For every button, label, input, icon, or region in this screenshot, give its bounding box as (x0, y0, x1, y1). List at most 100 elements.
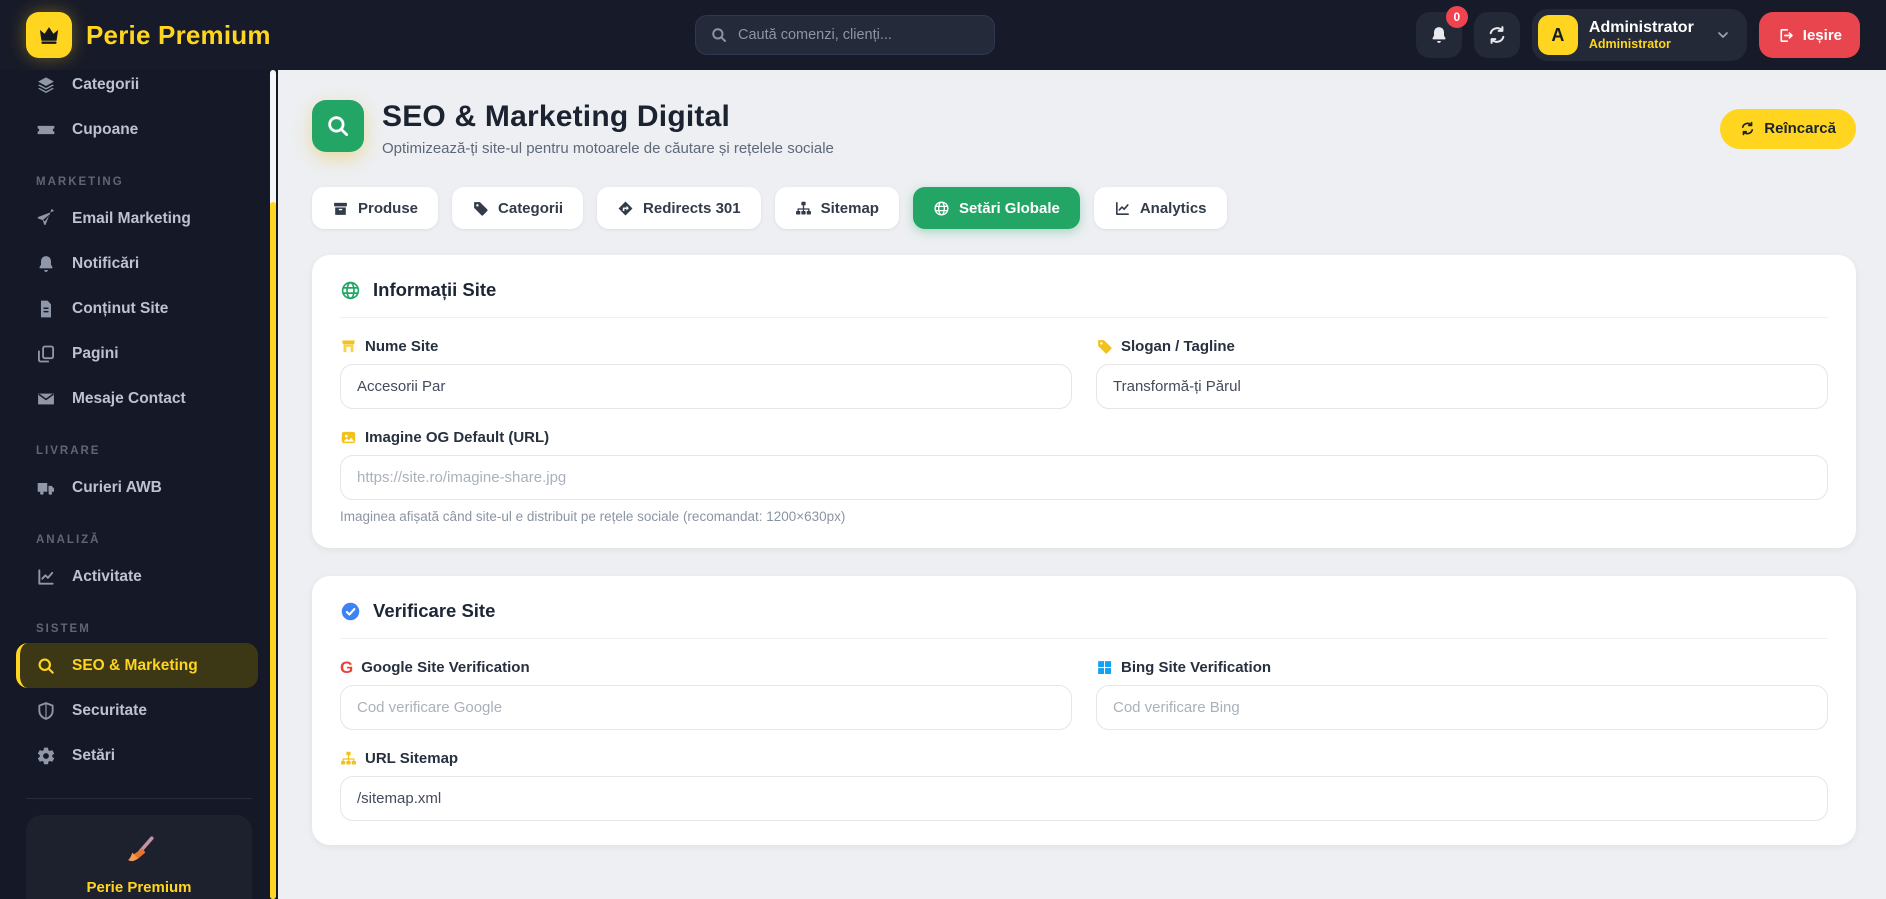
page-header: SEO & Marketing Digital Optimizează-ți s… (312, 100, 1856, 157)
og-image-help: Imaginea afișată când site-ul e distribu… (340, 509, 846, 524)
sidebar-item-curieri-awb[interactable]: Curieri AWB (0, 465, 278, 510)
sidebar-item-mesaje-contact[interactable]: Mesaje Contact (0, 376, 278, 421)
notification-badge: 0 (1445, 6, 1468, 28)
sidebar-item-categorii[interactable]: Categorii (0, 70, 278, 107)
archive-box-icon (334, 202, 347, 215)
sitemap-icon (341, 751, 356, 765)
sidebar-item-pagini[interactable]: Pagini (0, 331, 278, 376)
google-verification-input[interactable] (340, 685, 1072, 730)
sidebar-item-cupoane[interactable]: Cupoane (0, 107, 278, 152)
tag-icon (1098, 340, 1112, 354)
sidebar-scrollbar-thumb[interactable] (270, 202, 276, 899)
logout-icon (1780, 28, 1793, 42)
site-info-card: Informații Site Nume Site Slogan / Tagl (312, 255, 1856, 548)
sidebar-section-livrare: LIVRARE (36, 445, 101, 457)
tab-redirects-301[interactable]: Redirects 301 (597, 187, 761, 229)
sidebar-item-continut-site[interactable]: Conținut Site (0, 286, 278, 331)
store-icon (342, 340, 355, 353)
search-input[interactable] (738, 27, 980, 43)
bing-verification-label: Bing Site Verification (1096, 659, 1828, 676)
global-search[interactable] (695, 15, 995, 55)
bing-verification-input[interactable] (1096, 685, 1828, 730)
tagline-input[interactable] (1096, 364, 1828, 409)
sidebar: Categorii Cupoane MARKETING Email Market… (0, 70, 278, 899)
search-icon (712, 28, 726, 42)
verify-site-card: Verificare Site G Google Site Verificati… (312, 576, 1856, 845)
main-content: SEO & Marketing Digital Optimizează-ți s… (278, 70, 1886, 899)
sitemap-url-input[interactable] (340, 776, 1828, 821)
topbar-actions: 0 A Administrator Administrator Ieșire (1415, 6, 1860, 61)
layers-icon (38, 76, 54, 93)
sidebar-item-activitate[interactable]: Activitate (0, 554, 278, 599)
og-image-label: Imagine OG Default (URL) (340, 429, 1828, 446)
sync-button[interactable] (1473, 12, 1520, 58)
sidebar-item-setari[interactable]: Setări (0, 733, 278, 778)
globe-icon (934, 200, 949, 216)
sitemap-url-label: URL Sitemap (340, 750, 1828, 767)
site-name-label: Nume Site (340, 338, 1072, 355)
sitemap-icon (795, 201, 811, 215)
file-lines-icon (41, 300, 51, 317)
app: Perie Premium 0 A Administrator Administ… (0, 0, 1886, 899)
search-icon (38, 658, 54, 674)
reload-button[interactable]: Reîncarcă (1720, 108, 1856, 149)
chart-line-icon (1115, 201, 1129, 215)
refresh-icon (1742, 121, 1754, 136)
sidebar-section-marketing: MARKETING (36, 176, 124, 188)
sidebar-promo-card: Perie Premium (26, 815, 252, 899)
sidebar-nav: Categorii Cupoane MARKETING Email Market… (0, 70, 278, 778)
avatar: A (1537, 15, 1578, 55)
tab-categorii[interactable]: Categorii (452, 187, 584, 229)
pages-icon (38, 345, 54, 362)
ticket-icon (37, 125, 55, 134)
page-subtitle: Optimizează-ți site-ul pentru motoarele … (382, 140, 834, 157)
bell-icon (39, 255, 53, 272)
seo-tabs: Produse Categorii Redirects 301 Sitemap … (312, 187, 1856, 229)
brand: Perie Premium (26, 12, 271, 58)
chart-line-icon (38, 568, 54, 585)
card-title: Informații Site (373, 279, 497, 300)
bell-icon (1432, 27, 1446, 43)
promo-title: Perie Premium (86, 879, 192, 896)
image-icon (341, 431, 356, 444)
notifications-button[interactable]: 0 (1415, 6, 1468, 58)
check-circle-icon (341, 602, 360, 620)
truck-icon (37, 482, 54, 495)
refresh-icon (1489, 26, 1505, 44)
google-verification-label: G Google Site Verification (340, 658, 530, 677)
sidebar-item-notificari[interactable]: Notificări (0, 241, 278, 286)
tagline-label: Slogan / Tagline (1096, 338, 1828, 355)
user-role: Administrator (1588, 37, 1671, 51)
tab-sitemap[interactable]: Sitemap (774, 187, 899, 229)
tag-icon (474, 201, 488, 216)
envelope-icon (38, 393, 54, 404)
shield-icon (38, 701, 54, 720)
verify-site-header: Verificare Site (340, 600, 1828, 639)
tab-analytics[interactable]: Analytics (1093, 187, 1227, 229)
tab-setari-globale[interactable]: Setări Globale (912, 187, 1080, 229)
google-g-icon: G (340, 658, 354, 677)
user-menu[interactable]: A Administrator Administrator (1531, 9, 1747, 61)
diamond-turn-right-icon (618, 201, 633, 215)
sidebar-item-securitate[interactable]: Securitate (0, 688, 278, 733)
crown-logo (26, 12, 72, 58)
tab-produse[interactable]: Produse (312, 187, 439, 229)
sidebar-section-analiza: ANALIZĂ (36, 534, 101, 546)
paper-plane-icon (37, 208, 54, 225)
sidebar-item-email-marketing[interactable]: Email Marketing (0, 196, 278, 241)
user-name: Administrator (1588, 18, 1694, 36)
globe-icon (341, 281, 360, 299)
site-name-input[interactable] (340, 364, 1072, 409)
page-title: SEO & Marketing Digital (382, 100, 730, 133)
site-info-header: Informații Site (340, 279, 1828, 318)
chevron-down-icon (1717, 32, 1728, 38)
gear-icon (37, 747, 55, 764)
topbar: Perie Premium 0 A Administrator Administ… (0, 0, 1886, 70)
page-icon (312, 100, 364, 152)
sidebar-item-seo-marketing[interactable]: SEO & Marketing (16, 643, 258, 688)
og-image-input[interactable] (340, 455, 1828, 500)
logout-button[interactable]: Ieșire (1758, 12, 1860, 58)
microsoft-squares-icon (1098, 661, 1112, 675)
brand-name: Perie Premium (86, 19, 271, 50)
search-icon (328, 116, 349, 137)
